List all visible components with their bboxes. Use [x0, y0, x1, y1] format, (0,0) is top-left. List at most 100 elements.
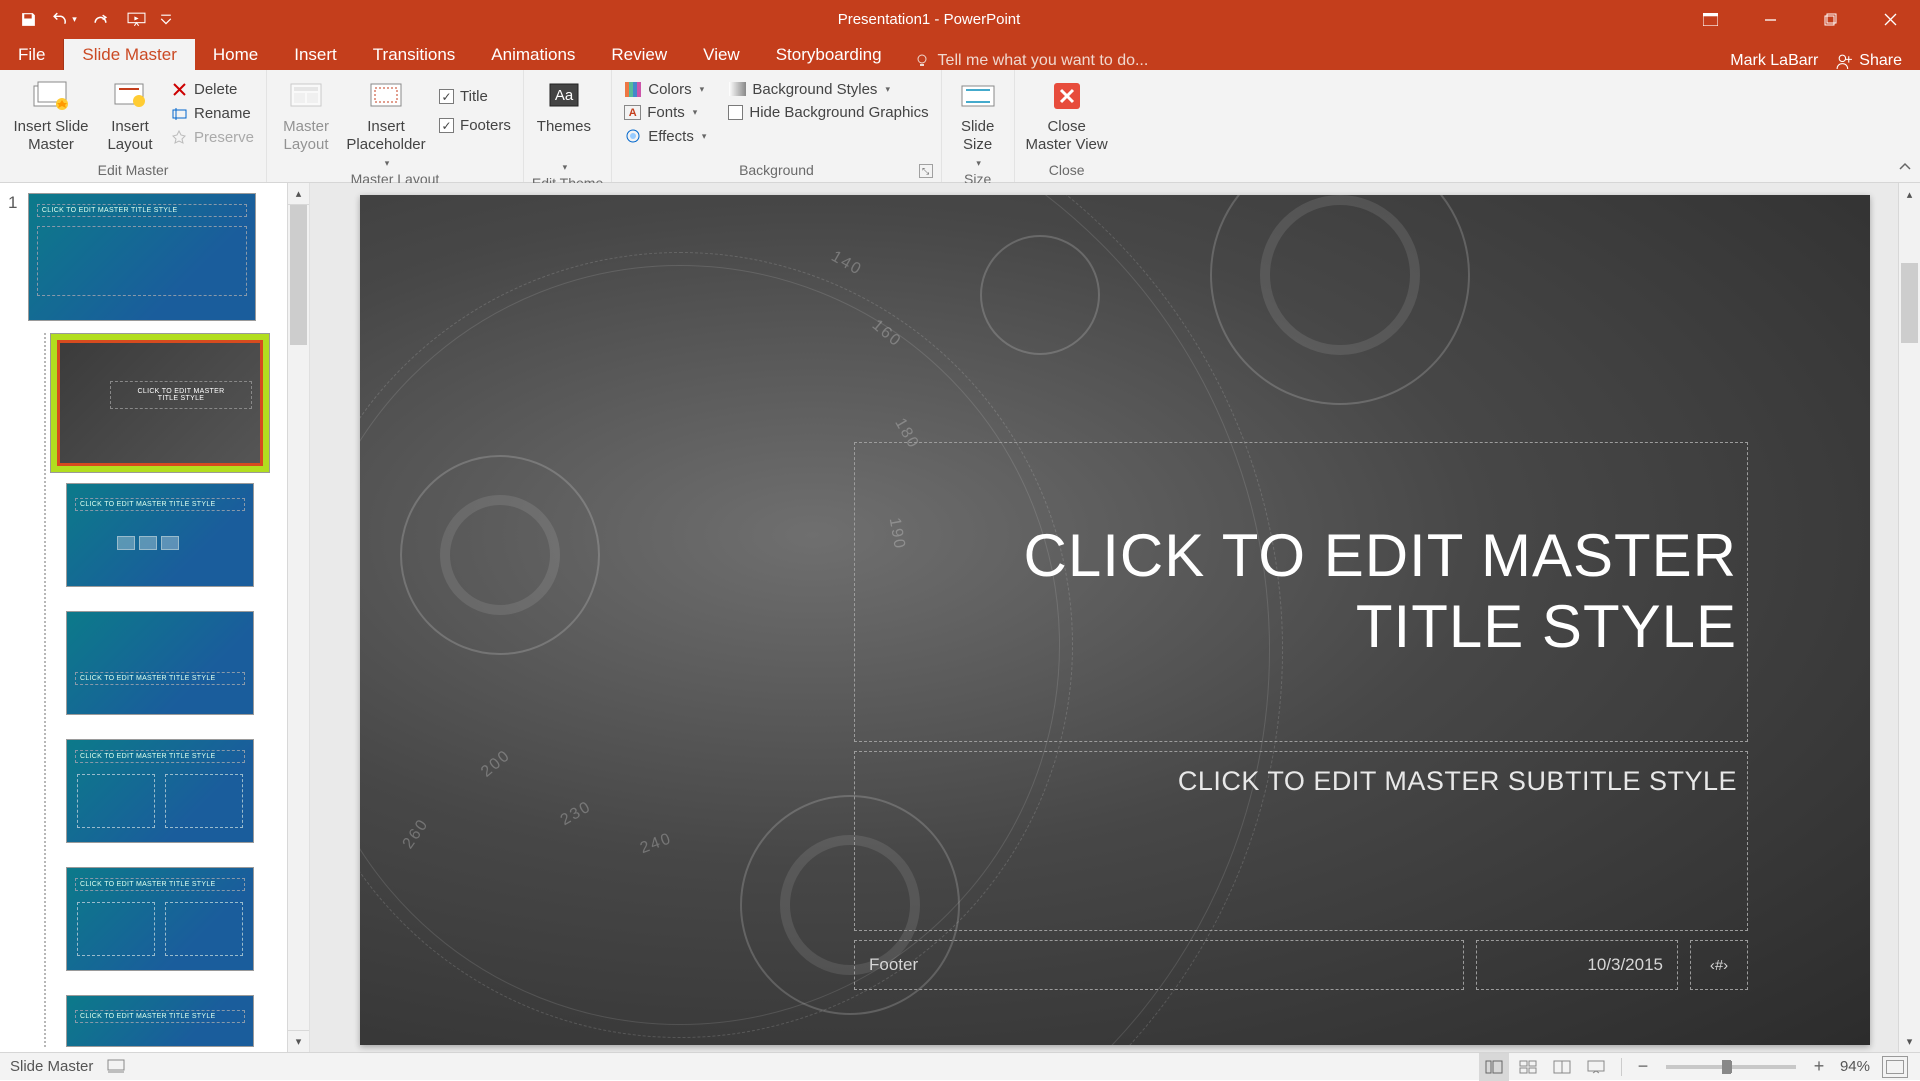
thumbnails-scrollbar[interactable]: ▴ ▾ — [287, 183, 309, 1052]
layout-thumbnail[interactable]: CLICK TO EDIT MASTER TITLE STYLE — [66, 867, 254, 971]
notes-icon[interactable] — [107, 1059, 125, 1074]
tell-me-search[interactable]: Tell me what you want to do... — [900, 52, 1731, 70]
slide-size-button[interactable]: Slide Size▾ — [950, 76, 1006, 169]
bg-styles-icon — [729, 82, 746, 96]
tab-slide-master[interactable]: Slide Master — [64, 39, 194, 70]
fonts-button[interactable]: AFonts▾ — [620, 102, 710, 123]
tab-storyboarding[interactable]: Storyboarding — [758, 39, 900, 70]
fonts-icon: A — [624, 105, 641, 120]
hide-bg-checkbox[interactable]: Hide Background Graphics — [724, 102, 932, 123]
zoom-slider[interactable] — [1666, 1065, 1796, 1069]
qat-customize-button[interactable] — [154, 0, 178, 39]
date-text: 10/3/2015 — [1587, 955, 1663, 975]
slide-master-icon — [32, 80, 70, 112]
subtitle-placeholder[interactable]: CLICK TO EDIT MASTER SUBTITLE STYLE — [854, 751, 1748, 931]
close-button[interactable] — [1860, 0, 1920, 39]
ribbon-display-options-button[interactable] — [1680, 0, 1740, 39]
thumb-title-text: CLICK TO EDIT MASTER TITLE STYLE — [75, 498, 245, 511]
layout-thumbnail[interactable]: CLICK TO EDIT MASTER TITLE STYLE — [66, 995, 254, 1047]
insert-slide-master-button[interactable]: Insert Slide Master — [8, 76, 94, 154]
scroll-up-button[interactable]: ▴ — [1899, 183, 1920, 205]
start-from-beginning-button[interactable] — [118, 0, 154, 39]
user-name[interactable]: Mark LaBarr — [1730, 52, 1818, 70]
thumbnails-list[interactable]: 1 CLICK TO EDIT MASTER TITLE STYLE CLICK… — [0, 183, 287, 1052]
normal-view-button[interactable] — [1479, 1053, 1509, 1081]
slideshow-view-button[interactable] — [1581, 1053, 1611, 1081]
scroll-down-button[interactable]: ▾ — [1899, 1030, 1920, 1052]
rename-button[interactable]: Rename — [166, 102, 258, 124]
save-button[interactable] — [10, 0, 46, 39]
tab-animations[interactable]: Animations — [473, 39, 593, 70]
tab-home[interactable]: Home — [195, 39, 276, 70]
tab-transitions[interactable]: Transitions — [355, 39, 474, 70]
maximize-button[interactable] — [1800, 0, 1860, 39]
insert-layout-button[interactable]: Insert Layout — [100, 76, 160, 154]
zoom-percent[interactable]: 94% — [1840, 1058, 1870, 1075]
collapse-ribbon-button[interactable] — [1896, 158, 1914, 176]
reading-view-button[interactable] — [1547, 1053, 1577, 1081]
fit-to-window-button[interactable] — [1882, 1056, 1908, 1078]
background-styles-button[interactable]: Background Styles▾ — [724, 78, 932, 100]
close-icon — [1884, 13, 1897, 26]
scroll-down-button[interactable]: ▾ — [288, 1030, 309, 1052]
delete-button[interactable]: Delete — [166, 78, 258, 100]
tab-view[interactable]: View — [685, 39, 758, 70]
thumb-title-text: CLICK TO EDIT MASTER TITLE STYLE — [75, 750, 245, 763]
delete-label: Delete — [194, 81, 237, 98]
minimize-button[interactable] — [1740, 0, 1800, 39]
layout-thumbnail[interactable]: CLICK TO EDIT MASTER TITLE STYLE — [66, 611, 254, 715]
layout-thumbnail[interactable]: CLICK TO EDIT MASTER TITLE STYLE — [66, 483, 254, 587]
layout-thumbnail[interactable]: CLICK TO EDIT MASTER TITLE STYLE — [66, 739, 254, 843]
title-checkbox[interactable]: ✓Title — [435, 86, 515, 107]
effects-button[interactable]: Effects▾ — [620, 125, 710, 147]
layout-thumbnail-selected[interactable]: CLICK TO EDIT MASTER TITLE STYLE — [50, 333, 270, 473]
undo-button[interactable]: ▾ — [46, 0, 82, 39]
zoom-handle[interactable] — [1722, 1060, 1731, 1074]
maximize-icon — [1824, 13, 1837, 26]
tab-review[interactable]: Review — [593, 39, 685, 70]
thumbnails-panel: 1 CLICK TO EDIT MASTER TITLE STYLE CLICK… — [0, 183, 310, 1052]
share-label: Share — [1859, 52, 1902, 70]
scroll-track[interactable] — [288, 205, 309, 1030]
title-placeholder[interactable]: CLICK TO EDIT MASTER TITLE STYLE — [854, 442, 1748, 742]
slide-sorter-view-button[interactable] — [1513, 1053, 1543, 1081]
themes-button[interactable]: Aa Themes▾ — [532, 76, 596, 173]
thumb-title-text: CLICK TO EDIT MASTER TITLE STYLE — [75, 878, 245, 891]
footers-checkbox[interactable]: ✓Footers — [435, 115, 515, 136]
insert-placeholder-button[interactable]: Insert Placeholder▾ — [343, 76, 429, 169]
title-label: Title — [460, 88, 488, 105]
scroll-handle[interactable] — [290, 205, 307, 345]
slide-canvas[interactable]: 140 160 180 190 200 230 240 260 CLICK TO… — [360, 195, 1870, 1045]
delete-icon — [172, 82, 187, 97]
dialog-launcher-icon[interactable]: ⤡ — [919, 164, 933, 178]
share-icon — [1836, 53, 1853, 70]
master-thumbnail[interactable]: CLICK TO EDIT MASTER TITLE STYLE — [28, 193, 256, 321]
slide-number-placeholder[interactable]: ‹#› — [1690, 940, 1748, 990]
footer-text: Footer — [869, 955, 918, 975]
group-edit-theme: Aa Themes▾ Edit Theme — [524, 70, 612, 182]
preserve-button[interactable]: Preserve — [166, 126, 258, 148]
close-master-view-button[interactable]: Close Master View — [1023, 76, 1111, 154]
tab-insert[interactable]: Insert — [276, 39, 355, 70]
group-label-background: Background⤡ — [620, 160, 932, 182]
canvas-scrollbar[interactable]: ▴ ▾ — [1898, 183, 1920, 1052]
window-title: Presentation1 - PowerPoint — [178, 11, 1680, 28]
tell-me-placeholder: Tell me what you want to do... — [938, 52, 1149, 70]
reading-view-icon — [1553, 1060, 1571, 1074]
zoom-in-button[interactable]: + — [1808, 1056, 1830, 1077]
colors-button[interactable]: Colors▾ — [620, 78, 710, 100]
bg-styles-label: Background Styles — [752, 81, 877, 98]
share-button[interactable]: Share — [1836, 52, 1902, 70]
themes-icon: Aa — [546, 80, 582, 112]
scroll-handle[interactable] — [1901, 263, 1918, 343]
redo-button[interactable] — [82, 0, 118, 39]
title-bar: ▾ Presentation1 - PowerPoint — [0, 0, 1920, 39]
chevron-down-icon — [160, 14, 172, 26]
rename-label: Rename — [194, 105, 251, 122]
tab-file[interactable]: File — [0, 39, 64, 70]
zoom-out-button[interactable]: − — [1632, 1056, 1654, 1077]
fonts-label: Fonts — [647, 104, 685, 121]
date-placeholder[interactable]: 10/3/2015 — [1476, 940, 1678, 990]
footer-placeholder[interactable]: Footer — [854, 940, 1464, 990]
group-close: Close Master View Close — [1015, 70, 1119, 182]
